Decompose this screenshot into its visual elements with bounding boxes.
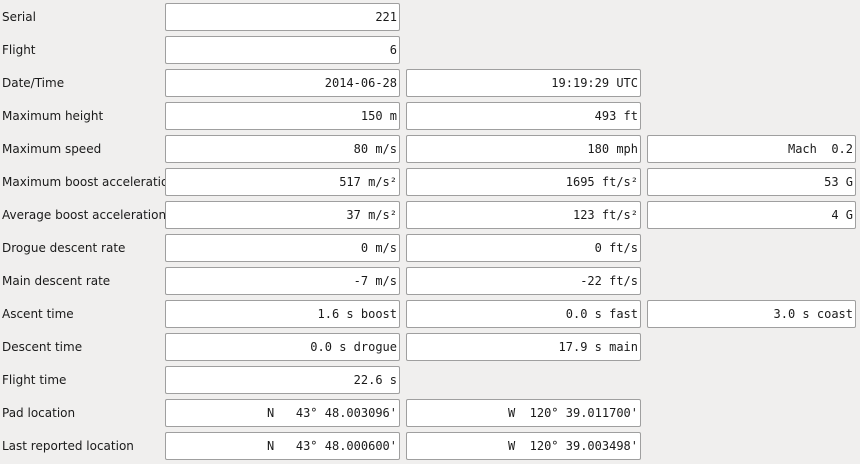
flight-time-field[interactable]: 22.6 s: [165, 366, 400, 394]
ascent-boost-time-field[interactable]: 1.6 s boost: [165, 300, 400, 328]
avg-boost-accel-g-field[interactable]: 4 G: [647, 201, 856, 229]
stat-label: Ascent time: [2, 307, 74, 321]
stat-label: Maximum height: [2, 109, 104, 123]
max-speed-mps-field[interactable]: 80 m/s: [165, 135, 400, 163]
stat-label: Flight: [2, 43, 36, 57]
max-boost-accel-imperial-field[interactable]: 1695 ft/s²: [406, 168, 641, 196]
stat-row-flight-time: Flight time 22.6 s: [0, 363, 860, 396]
stat-row-avg-boost-accel: Average boost acceleration 37 m/s² 123 f…: [0, 198, 860, 231]
drogue-descent-imperial-field[interactable]: 0 ft/s: [406, 234, 641, 262]
avg-boost-accel-imperial-field[interactable]: 123 ft/s²: [406, 201, 641, 229]
stat-row-max-speed: Maximum speed 80 m/s 180 mph Mach 0.2: [0, 132, 860, 165]
date-field[interactable]: 2014-06-28: [165, 69, 400, 97]
stat-row-ascent-time: Ascent time 1.6 s boost 0.0 s fast 3.0 s…: [0, 297, 860, 330]
stat-row-descent-time: Descent time 0.0 s drogue 17.9 s main: [0, 330, 860, 363]
descent-main-time-field[interactable]: 17.9 s main: [406, 333, 641, 361]
stat-label: Serial: [2, 10, 36, 24]
serial-field[interactable]: 221: [165, 3, 400, 31]
max-speed-mph-field[interactable]: 180 mph: [406, 135, 641, 163]
stat-label: Maximum boost acceleration: [2, 175, 176, 189]
drogue-descent-metric-field[interactable]: 0 m/s: [165, 234, 400, 262]
stat-label: Maximum speed: [2, 142, 102, 156]
avg-boost-accel-metric-field[interactable]: 37 m/s²: [165, 201, 400, 229]
stat-label: Descent time: [2, 340, 83, 354]
stat-row-max-height: Maximum height 150 m 493 ft: [0, 99, 860, 132]
stat-row-flight: Flight 6: [0, 33, 860, 66]
ascent-coast-time-field[interactable]: 3.0 s coast: [647, 300, 856, 328]
stat-label: Pad location: [2, 406, 76, 420]
descent-drogue-time-field[interactable]: 0.0 s drogue: [165, 333, 400, 361]
stat-row-main-descent-rate: Main descent rate -7 m/s -22 ft/s: [0, 264, 860, 297]
stat-label: Date/Time: [2, 76, 65, 90]
max-speed-mach-field[interactable]: Mach 0.2: [647, 135, 856, 163]
stat-label: Flight time: [2, 373, 67, 387]
stat-row-drogue-descent-rate: Drogue descent rate 0 m/s 0 ft/s: [0, 231, 860, 264]
stat-label: Last reported location: [2, 439, 134, 453]
stat-row-date-time: Date/Time 2014-06-28 19:19:29 UTC: [0, 66, 860, 99]
max-boost-accel-metric-field[interactable]: 517 m/s²: [165, 168, 400, 196]
max-boost-accel-g-field[interactable]: 53 G: [647, 168, 856, 196]
stat-row-pad-location: Pad location N 43° 48.003096' W 120° 39.…: [0, 396, 860, 429]
last-latitude-field[interactable]: N 43° 48.000600': [165, 432, 400, 460]
stat-label: Main descent rate: [2, 274, 111, 288]
stat-label: Drogue descent rate: [2, 241, 126, 255]
stat-row-last-location: Last reported location N 43° 48.000600' …: [0, 429, 860, 462]
stat-row-serial: Serial 221: [0, 0, 860, 33]
max-height-feet-field[interactable]: 493 ft: [406, 102, 641, 130]
main-descent-metric-field[interactable]: -7 m/s: [165, 267, 400, 295]
flight-stats-table: Serial 221 Flight 6 Date/Time 2014-06-28…: [0, 0, 860, 462]
main-descent-imperial-field[interactable]: -22 ft/s: [406, 267, 641, 295]
stat-row-max-boost-accel: Maximum boost acceleration 517 m/s² 1695…: [0, 165, 860, 198]
pad-latitude-field[interactable]: N 43° 48.003096': [165, 399, 400, 427]
last-longitude-field[interactable]: W 120° 39.003498': [406, 432, 641, 460]
pad-longitude-field[interactable]: W 120° 39.011700': [406, 399, 641, 427]
max-height-meters-field[interactable]: 150 m: [165, 102, 400, 130]
stat-label: Average boost acceleration: [2, 208, 167, 222]
time-field[interactable]: 19:19:29 UTC: [406, 69, 641, 97]
ascent-fast-time-field[interactable]: 0.0 s fast: [406, 300, 641, 328]
flight-number-field[interactable]: 6: [165, 36, 400, 64]
